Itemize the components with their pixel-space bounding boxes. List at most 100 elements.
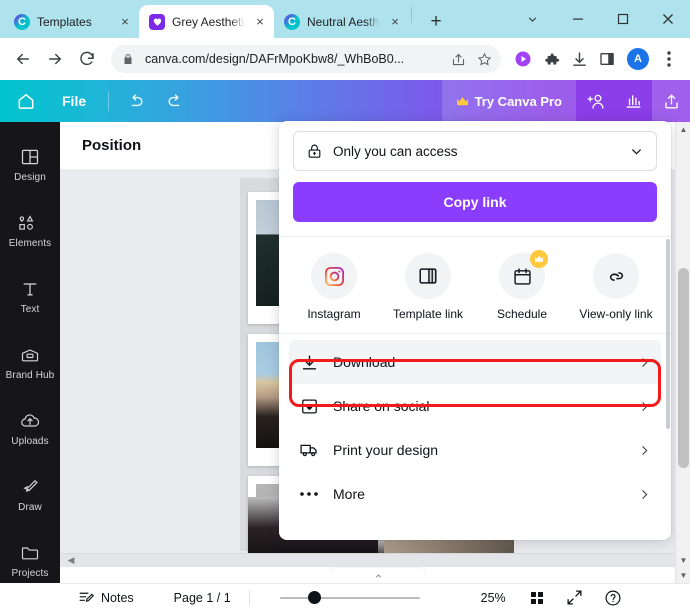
home-icon[interactable]	[6, 91, 46, 111]
quick-action-instagram[interactable]: Instagram	[287, 253, 381, 321]
browser-toolbar: canva.com/design/DAFrMpoKbw8/_WhBoB0... …	[0, 38, 690, 80]
close-icon[interactable]: ×	[387, 14, 403, 30]
chevron-right-icon[interactable]	[638, 488, 651, 501]
share-popup: Only you can access Copy link Instagram	[279, 121, 671, 540]
chevron-right-icon[interactable]	[638, 400, 651, 413]
zoom-slider-handle[interactable]	[307, 591, 321, 604]
bar-chart-icon[interactable]	[614, 80, 652, 122]
minimize-icon[interactable]	[555, 3, 600, 35]
canva-bottom-bar: Notes Page 1 / 1 25%	[60, 583, 690, 611]
undo-icon[interactable]	[119, 85, 151, 117]
reload-icon[interactable]	[72, 44, 102, 74]
redo-icon[interactable]	[159, 85, 191, 117]
page-scrollbar[interactable]: ▲ ▼ ▼	[675, 122, 690, 583]
browser-tab-neutral-aesthetic[interactable]: C Neutral Aesthe ×	[274, 5, 409, 38]
extensions-puzzle-icon[interactable]	[538, 46, 564, 72]
avatar[interactable]: A	[627, 48, 649, 70]
download-icon	[299, 353, 319, 372]
page-title: Position	[82, 137, 142, 154]
chevron-right-icon[interactable]	[638, 356, 651, 369]
close-icon[interactable]	[645, 3, 690, 35]
menu-item-download[interactable]: Download	[289, 340, 661, 384]
menu-item-label: More	[333, 486, 365, 502]
sidebar-item-brand-hub[interactable]: Brand Hub	[0, 330, 60, 396]
sidebar-item-text[interactable]: Text	[0, 264, 60, 330]
downloads-icon[interactable]	[566, 46, 592, 72]
address-bar[interactable]: canva.com/design/DAFrMpoKbw8/_WhBoB0...	[111, 45, 501, 73]
crown-icon	[456, 96, 469, 107]
kebab-menu-icon[interactable]	[656, 46, 682, 72]
quick-action-schedule[interactable]: Schedule	[475, 250, 569, 321]
side-panel-icon[interactable]	[594, 46, 620, 72]
sidebar-item-design[interactable]: Design	[0, 132, 60, 198]
pro-crown-badge	[530, 250, 548, 268]
chevron-down-icon[interactable]	[510, 3, 555, 35]
template-link-icon	[405, 253, 451, 299]
sidebar-item-elements[interactable]: Elements	[0, 198, 60, 264]
expand-icon[interactable]	[562, 585, 588, 611]
address-bar-url: canva.com/design/DAFrMpoKbw8/_WhBoB0...	[145, 52, 405, 66]
sidebar-item-uploads[interactable]: Uploads	[0, 396, 60, 462]
file-menu-button[interactable]: File	[46, 93, 102, 109]
quick-action-template-link[interactable]: Template link	[381, 253, 475, 321]
star-icon[interactable]	[475, 50, 493, 68]
chevron-right-icon[interactable]	[638, 444, 651, 457]
browser-window: C Templates × Grey Aesthetic × C Neutral…	[0, 0, 690, 611]
page-scrollbar-thumb[interactable]	[678, 268, 689, 468]
page-indicator[interactable]: Page 1 / 1	[166, 591, 239, 605]
notes-button[interactable]: Notes	[70, 589, 142, 606]
play-circle-icon[interactable]	[510, 46, 536, 72]
add-person-icon[interactable]	[576, 80, 614, 122]
sidebar-item-draw[interactable]: Draw	[0, 462, 60, 528]
quick-action-label: Schedule	[496, 307, 548, 321]
menu-item-more[interactable]: More	[289, 472, 661, 516]
ellipsis-icon	[299, 491, 319, 497]
zoom-slider[interactable]	[279, 590, 420, 606]
notes-label: Notes	[101, 590, 134, 605]
window-controls	[510, 0, 690, 38]
maximize-icon[interactable]	[600, 3, 645, 35]
divider	[248, 589, 250, 606]
canva-topbar: File Try Canva Pro	[0, 80, 690, 122]
menu-item-share-on-social[interactable]: Share on social	[289, 384, 661, 428]
sidebar-item-label: Draw	[18, 502, 42, 513]
close-icon[interactable]: ×	[117, 14, 133, 30]
copy-link-button[interactable]: Copy link	[293, 182, 657, 222]
canva-icon: C	[284, 13, 300, 30]
sidebar-item-label: Text	[20, 304, 40, 315]
zoom-level: 25%	[480, 590, 506, 605]
popup-scrollbar[interactable]	[666, 121, 671, 540]
back-arrow-icon[interactable]	[8, 44, 38, 74]
grid-view-icon[interactable]	[524, 585, 550, 611]
share-icon[interactable]	[449, 50, 467, 68]
chevron-down-icon[interactable]	[629, 144, 644, 159]
try-canva-pro-button[interactable]: Try Canva Pro	[441, 80, 576, 122]
browser-tab-templates[interactable]: C Templates ×	[4, 5, 139, 38]
access-selector[interactable]: Only you can access	[293, 131, 657, 171]
popup-scrollbar-thumb[interactable]	[666, 239, 670, 429]
chevron-down-icon[interactable]: ▼	[676, 553, 690, 568]
forward-arrow-icon[interactable]	[40, 44, 70, 74]
chevron-down-icon[interactable]: ▼	[676, 568, 690, 583]
quick-action-label: Instagram	[307, 307, 361, 321]
help-icon[interactable]	[600, 585, 626, 611]
tab-title: Grey Aesthetic	[172, 14, 245, 29]
close-icon[interactable]: ×	[252, 14, 268, 30]
sidebar-item-projects[interactable]: Projects	[0, 528, 60, 594]
chevron-left-icon[interactable]: ◀	[64, 553, 78, 567]
menu-item-print-your-design[interactable]: Print your design	[289, 428, 661, 472]
canva-sidebar: Design Elements Text Brand Hub Uploads D…	[0, 122, 60, 583]
panel-collapse-toggle[interactable]	[330, 568, 426, 584]
tab-title: Neutral Aesthe	[307, 14, 380, 29]
share-upload-icon[interactable]	[652, 80, 690, 122]
browser-tab-grey-aesthetic[interactable]: Grey Aesthetic ×	[139, 5, 274, 38]
canvas-horizontal-scrollbar[interactable]: ◀ ▶	[60, 553, 690, 567]
quick-action-view-only-link[interactable]: View-only link	[569, 253, 663, 321]
heart-icon	[149, 13, 165, 30]
sidebar-item-label: Uploads	[11, 436, 49, 447]
sidebar-item-label: Projects	[11, 568, 49, 579]
lock-icon	[306, 143, 323, 160]
undo-redo-group	[119, 85, 191, 117]
chevron-up-icon[interactable]: ▲	[676, 122, 690, 137]
new-tab-button[interactable]: +	[422, 7, 450, 35]
